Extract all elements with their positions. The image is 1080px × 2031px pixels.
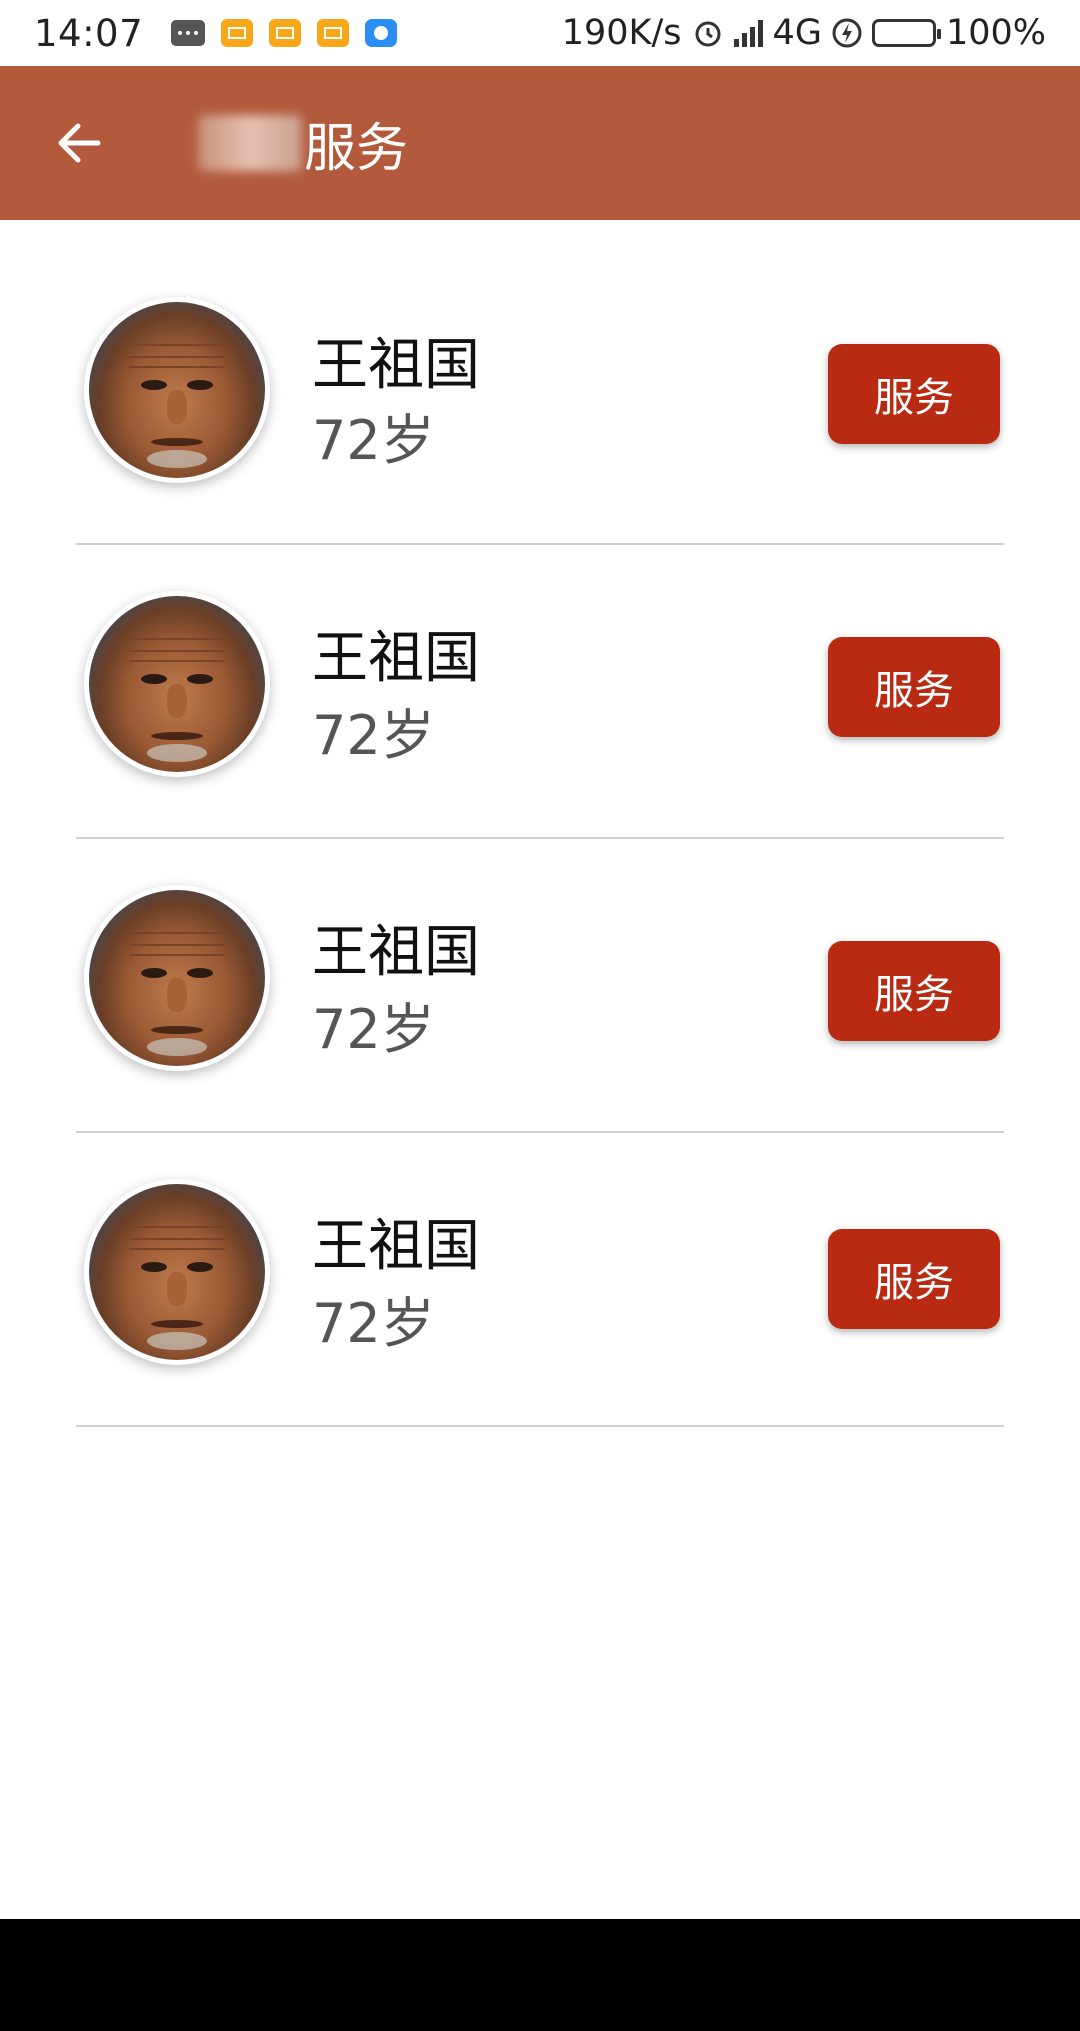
list-item: 王祖国 72岁 服务	[76, 545, 1004, 839]
status-bar: 14:07 190K/s 4G 100%	[0, 0, 1080, 66]
avatar	[84, 297, 270, 483]
message-icon	[171, 20, 206, 46]
mail-icon	[221, 19, 254, 47]
back-button[interactable]	[28, 93, 128, 193]
person-list: 王祖国 72岁 服务 王祖国 72岁 服务 王祖国 72岁 服务 王祖国 72岁…	[76, 220, 1004, 1427]
charging-icon	[832, 18, 862, 48]
person-age: 72岁	[312, 1292, 435, 1355]
person-age: 72岁	[312, 704, 435, 767]
battery-level: 100%	[945, 13, 1046, 53]
person-name: 王祖国	[312, 1214, 480, 1279]
list-item: 王祖国 72岁 服务	[76, 220, 1004, 545]
list-item: 王祖国 72岁 服务	[76, 1133, 1004, 1427]
person-name: 王祖国	[312, 626, 480, 691]
hd-signal-icon	[733, 19, 763, 47]
navigation-bar	[0, 1919, 1080, 2031]
serve-button[interactable]: 服务	[828, 941, 1000, 1041]
app-icon	[365, 19, 398, 47]
serve-button[interactable]: 服务	[828, 1229, 1000, 1329]
arrow-left-icon	[58, 123, 101, 163]
network-type: 4G	[772, 13, 822, 53]
person-name: 王祖国	[312, 920, 480, 985]
person-name: 王祖国	[312, 333, 480, 398]
status-time: 14:07	[34, 11, 144, 55]
serve-button[interactable]: 服务	[828, 637, 1000, 737]
person-age: 72岁	[312, 998, 435, 1061]
mail-icon	[317, 19, 350, 47]
app-bar: 服务	[0, 66, 1080, 220]
serve-button[interactable]: 服务	[828, 344, 1000, 444]
avatar	[84, 591, 270, 777]
list-item: 王祖国 72岁 服务	[76, 839, 1004, 1133]
alarm-icon	[695, 21, 721, 47]
battery-icon	[871, 19, 941, 47]
avatar	[84, 1179, 270, 1365]
mail-icon	[269, 19, 302, 47]
net-speed: 190K/s	[561, 13, 682, 53]
redacted-title-prefix	[198, 115, 302, 171]
page-title: 服务	[304, 118, 409, 179]
avatar	[84, 885, 270, 1071]
person-age: 72岁	[312, 409, 435, 472]
